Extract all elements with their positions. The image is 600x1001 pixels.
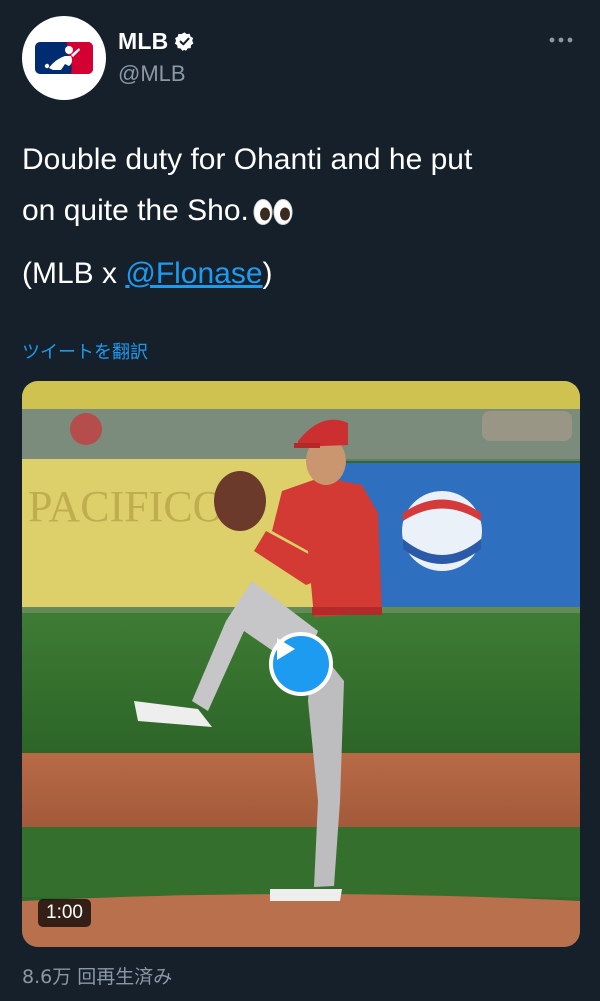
author-handle[interactable]: @MLB xyxy=(118,61,195,87)
tweet-header: MLB @MLB xyxy=(22,16,578,102)
credit-line: (MLB x @Flonase) xyxy=(22,252,273,296)
credit-suffix: ) xyxy=(262,257,273,290)
translate-tweet-link[interactable]: ツイートを翻訳 xyxy=(22,338,148,364)
eyes-icon xyxy=(253,199,293,226)
display-name[interactable]: MLB xyxy=(118,28,168,55)
more-dots-icon xyxy=(549,37,573,43)
avatar[interactable] xyxy=(22,16,106,100)
video-player[interactable]: PACIFICO 1:00 xyxy=(22,381,580,947)
svg-text:PACIFICO: PACIFICO xyxy=(28,482,224,531)
play-icon xyxy=(277,638,295,660)
tweet-text-line-2-wrap: on quite the Sho. xyxy=(22,185,578,236)
view-count: 8.6万 回再生済み xyxy=(22,966,173,988)
mention-link-flonase[interactable]: @Flonase xyxy=(125,257,262,290)
mlb-logo-icon xyxy=(35,42,93,74)
tweet-text-line-1: Double duty for Ohanti and he put xyxy=(22,143,473,176)
tweet-text-line-2: on quite the Sho. xyxy=(22,194,249,227)
credit-prefix: (MLB x xyxy=(22,257,126,290)
display-name-row: MLB xyxy=(118,28,195,55)
video-duration-badge: 1:00 xyxy=(38,899,91,927)
tweet: MLB @MLB Double duty for Ohanti and he p… xyxy=(0,0,600,1001)
play-button[interactable] xyxy=(269,632,333,696)
author-names: MLB @MLB xyxy=(118,28,195,87)
more-options-button[interactable] xyxy=(546,28,576,52)
tweet-text: Double duty for Ohanti and he put on qui… xyxy=(22,134,578,236)
verified-badge-icon xyxy=(175,32,194,51)
